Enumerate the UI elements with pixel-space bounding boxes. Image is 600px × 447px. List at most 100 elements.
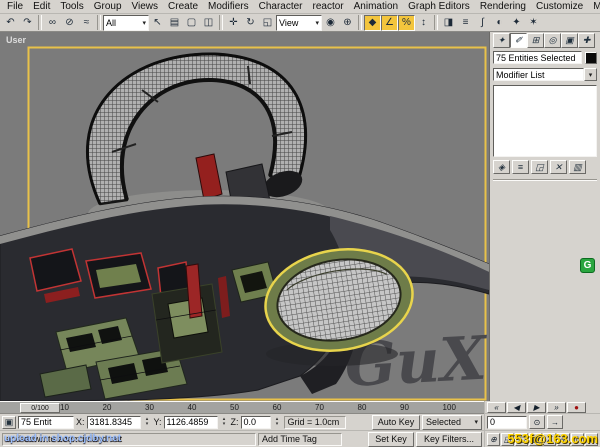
tab-modify[interactable]: ✐ <box>510 33 527 48</box>
set-key-button[interactable]: Set Key <box>368 432 414 447</box>
menu-item[interactable]: Group <box>89 1 127 12</box>
key-selection-dropdown[interactable]: Selected <box>422 415 482 430</box>
icon-glyph: ▥ <box>573 162 582 173</box>
x-coordinate-field[interactable]: 3181.8345 <box>87 416 141 429</box>
quick-render-icon[interactable]: ✶ <box>525 15 542 31</box>
snap-toggle-icon[interactable]: ◆ <box>364 15 381 31</box>
zoom-icon[interactable]: ⊕ <box>487 433 500 446</box>
align-icon[interactable]: ≡ <box>457 15 474 31</box>
time-slider[interactable]: 0/100 <box>20 403 60 413</box>
bind-to-spacewarp-icon[interactable]: ≈ <box>78 15 95 31</box>
go-to-start-button[interactable]: « <box>487 402 506 413</box>
menu-item[interactable]: Tools <box>55 1 88 12</box>
select-object-icon[interactable]: ↖ <box>149 15 166 31</box>
icon-glyph: ◫ <box>204 17 213 28</box>
z-label: Z: <box>231 417 239 427</box>
object-name-field[interactable]: 75 Entities Selected <box>493 51 582 64</box>
tab-display[interactable]: ▣ <box>561 33 578 48</box>
chevron-down-icon[interactable]: ▾ <box>584 68 597 81</box>
tab-hierarchy[interactable]: ⊞ <box>527 33 544 48</box>
icon-glyph: View <box>279 18 298 28</box>
use-pivot-point-icon[interactable]: ◉ <box>322 15 339 31</box>
spinner-snap-icon[interactable]: ↕ <box>415 15 432 31</box>
pin-stack-icon[interactable]: ◈ <box>493 160 510 174</box>
track-bar[interactable]: 0102030405060708090100 0/100 <box>0 401 484 414</box>
show-end-result-icon[interactable]: ≡ <box>512 160 529 174</box>
icon-glyph: ◨ <box>444 17 453 28</box>
select-and-link-icon[interactable]: ∞ <box>44 15 61 31</box>
menu-item[interactable]: Views <box>127 1 164 12</box>
add-time-tag[interactable]: Add Time Tag <box>258 433 342 446</box>
remove-modifier-icon[interactable]: ✕ <box>550 160 567 174</box>
rectangular-selection-region-icon[interactable]: ▢ <box>183 15 200 31</box>
toolbar-separator <box>97 15 101 30</box>
unlink-selection-icon[interactable]: ⊘ <box>61 15 78 31</box>
key-mode-toggle-button[interactable]: ● <box>567 402 586 413</box>
menu-item[interactable]: Graph Editors <box>403 1 475 12</box>
perspective-viewport[interactable]: GuX <box>0 32 489 401</box>
curve-editor-icon[interactable]: ∫ <box>474 15 491 31</box>
icon-glyph: ✦ <box>512 17 520 28</box>
tab-motion[interactable]: ◎ <box>544 33 561 48</box>
spinner-icon[interactable]: ▴▾ <box>273 417 282 427</box>
icon-glyph: ◉ <box>326 17 335 28</box>
watermark-bottom-right: 553f@163.com <box>507 431 598 446</box>
current-frame-field[interactable]: 0 <box>487 416 527 429</box>
spinner-icon[interactable]: ▴▾ <box>143 417 152 427</box>
undo-icon[interactable]: ↶ <box>2 15 19 31</box>
menu-item[interactable]: MAXScript <box>588 1 600 12</box>
material-editor-icon[interactable]: ◐ <box>491 15 508 31</box>
menu-item[interactable]: reactor <box>308 1 349 12</box>
select-and-manipulate-icon[interactable]: ⊕ <box>339 15 356 31</box>
modifier-list-dropdown[interactable]: Modifier List <box>493 68 584 81</box>
selection-count-field[interactable]: 75 Entit <box>18 416 74 429</box>
menu-bar: FileEditToolsGroupViewsCreateModifiersCh… <box>0 0 600 14</box>
modifier-stack-list[interactable] <box>493 85 597 157</box>
next-key-icon[interactable]: → <box>547 415 563 429</box>
key-filters-button[interactable]: Key Filters... <box>416 432 482 447</box>
auto-key-button[interactable]: Auto Key <box>372 415 420 430</box>
playback-controls: «◀▶»● <box>485 401 600 414</box>
modifier-stack-toolbar: ◈≡◲ ✕ ▥ <box>493 160 597 174</box>
menu-item[interactable]: File <box>2 1 28 12</box>
previous-frame-button[interactable]: ◀ <box>507 402 526 413</box>
render-scene-icon[interactable]: ✦ <box>508 15 525 31</box>
icon-glyph: ✛ <box>229 17 237 28</box>
spinner-icon[interactable]: ▴▾ <box>220 417 229 427</box>
menu-item[interactable]: Create <box>163 1 203 12</box>
menu-item[interactable]: Animation <box>349 1 403 12</box>
select-and-rotate-icon[interactable]: ↻ <box>242 15 259 31</box>
y-coordinate-field[interactable]: 1126.4859 <box>164 416 218 429</box>
green-g-overlay-badge[interactable]: G <box>580 258 595 273</box>
status-row-1: ▣ 75 Entit X: 3181.8345 ▴▾ Y: 1126.4859 … <box>0 414 484 431</box>
menu-item[interactable]: Edit <box>28 1 55 12</box>
icon-glyph: ⊕ <box>343 17 351 28</box>
object-color-swatch[interactable] <box>585 52 597 64</box>
menu-item[interactable]: Character <box>254 1 308 12</box>
time-configuration-icon[interactable]: ⊙ <box>529 415 545 429</box>
selection-filter-dropdown[interactable]: All <box>103 15 149 31</box>
angle-snap-icon[interactable]: ∠ <box>381 15 398 31</box>
menu-item[interactable]: Customize <box>531 1 588 12</box>
go-to-end-button[interactable]: » <box>547 402 566 413</box>
select-by-name-icon[interactable]: ▤ <box>166 15 183 31</box>
percent-snap-icon[interactable]: % <box>398 15 415 31</box>
redo-icon[interactable]: ↷ <box>19 15 36 31</box>
menu-item[interactable]: Rendering <box>475 1 531 12</box>
icon-glyph: ≈ <box>84 17 90 28</box>
configure-modifier-sets-icon[interactable]: ▥ <box>569 160 586 174</box>
select-and-scale-icon[interactable]: ◱ <box>259 15 276 31</box>
selection-lock-icon[interactable]: ▣ <box>2 416 16 429</box>
menu-item[interactable]: Modifiers <box>203 1 254 12</box>
timeline-tick-label: 30 <box>145 403 154 412</box>
tab-utilities[interactable]: ✚ <box>578 33 595 48</box>
reference-coordinate-dropdown[interactable]: View <box>276 15 322 31</box>
mirror-icon[interactable]: ◨ <box>440 15 457 31</box>
make-unique-icon[interactable]: ◲ <box>531 160 548 174</box>
tab-create[interactable]: ✦ <box>493 33 510 48</box>
z-coordinate-field[interactable]: 0.0 <box>241 416 271 429</box>
window-crossing-icon[interactable]: ◫ <box>200 15 217 31</box>
play-button[interactable]: ▶ <box>527 402 546 413</box>
select-and-move-icon[interactable]: ✛ <box>225 15 242 31</box>
icon-glyph: ✕ <box>555 162 563 173</box>
